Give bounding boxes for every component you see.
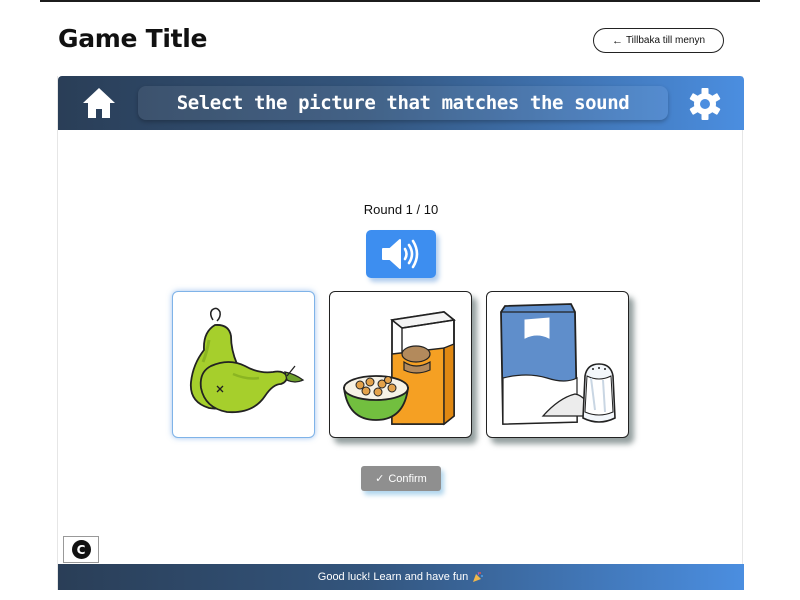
play-sound-button[interactable] [366, 230, 436, 278]
settings-button[interactable] [688, 87, 722, 121]
confirm-button[interactable]: ✓ Confirm [361, 466, 441, 491]
gear-icon [689, 88, 721, 120]
round-counter: Round 1 / 10 [363, 202, 439, 217]
check-icon: ✓ [375, 473, 385, 485]
party-popper-icon [473, 571, 484, 582]
cereal-picture [342, 311, 456, 426]
game-header: Select the picture that matches the soun… [58, 76, 744, 130]
home-button[interactable] [80, 85, 118, 121]
back-to-menu-button[interactable]: ← Tillbaka till menyn [593, 28, 724, 53]
flour-salt-picture [500, 303, 616, 425]
arrow-left-icon: ← [611, 34, 623, 47]
home-icon [83, 88, 115, 118]
choice-card-cereal[interactable] [329, 291, 472, 438]
copyright-icon: C [71, 540, 91, 559]
instruction-text: Select the picture that matches the soun… [138, 86, 668, 120]
page-title: Game Title [58, 24, 208, 53]
game-frame: Select the picture that matches the soun… [57, 76, 744, 590]
credits-button[interactable]: C [63, 536, 99, 563]
confirm-label: Confirm [388, 472, 427, 485]
choice-card-flour-salt[interactable] [486, 291, 629, 438]
pears-picture [189, 307, 305, 414]
speaker-icon [382, 239, 419, 269]
top-divider [40, 0, 760, 2]
footer-text: Good luck! Learn and have fun [317, 571, 469, 583]
choice-card-pears[interactable] [172, 291, 315, 438]
back-to-menu-label: Tillbaka till menyn [625, 35, 706, 46]
footer-bar: Good luck! Learn and have fun [58, 564, 744, 590]
